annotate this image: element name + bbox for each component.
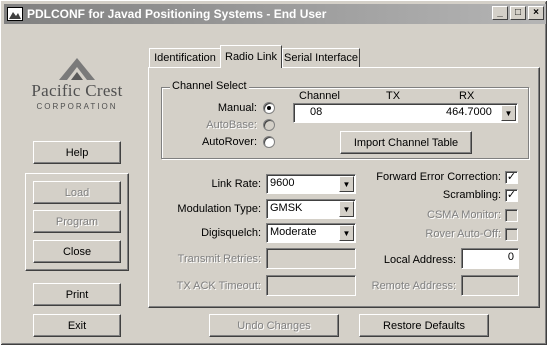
tx-column-header: TX [386,90,401,102]
tx-ack-timeout-label: TX ACK Timeout: [176,280,261,292]
tab-identification[interactable]: Identification [149,48,221,67]
link-rate-label: Link Rate: [211,178,261,190]
digisquelch-label: Digisquelch: [201,227,261,239]
logo-subtitle: CORPORATION [36,102,118,111]
main-window: PDLCONF for Javad Positioning Systems - … [0,0,548,346]
title-bar[interactable]: PDLCONF for Javad Positioning Systems - … [4,4,546,24]
link-rate-dropdown[interactable]: 9600 ▼ [266,174,356,194]
remote-address-label: Remote Address: [371,280,456,292]
logo-name: Pacific Crest [31,81,123,100]
chevron-down-icon: ▼ [342,204,351,214]
tab-radio-link[interactable]: Radio Link [220,45,282,68]
load-button[interactable]: Load [33,181,121,204]
close-button[interactable]: Close [33,240,121,263]
chevron-down-icon: ▼ [342,228,351,238]
channel-value: 08 [310,106,323,118]
minimize-icon: _ [497,7,503,18]
help-button[interactable]: Help [33,141,121,164]
digisquelch-value: Moderate [270,226,317,238]
tab-serial-interface[interactable]: Serial Interface [282,48,360,67]
undo-changes-button[interactable]: Undo Changes [209,314,339,337]
scrambling-checkbox[interactable]: ✓ [505,189,518,202]
tab-radio-link-label: Radio Link [225,51,277,63]
scrambling-label: Scrambling: [442,189,501,201]
channel-dropdown-button[interactable]: ▼ [501,105,516,121]
tab-serial-interface-label: Serial Interface [284,52,358,64]
company-logo: Pacific Crest CORPORATION [23,56,131,118]
program-button[interactable]: Program [33,210,121,233]
local-address-value: 0 [507,251,514,263]
window-title: PDLCONF for Javad Positioning Systems - … [27,7,327,21]
csma-monitor-checkbox[interactable] [505,209,518,222]
rx-value: 464.7000 [446,106,492,118]
autorover-label: AutoRover: [201,136,257,148]
channel-column-header: Channel [299,90,340,102]
autobase-radio[interactable] [263,119,275,131]
manual-label: Manual: [217,102,257,114]
print-button[interactable]: Print [33,283,121,306]
close-icon: × [533,7,539,18]
fec-label: Forward Error Correction: [376,171,501,183]
rover-auto-off-checkbox[interactable] [505,228,518,241]
fec-checkbox[interactable]: ✓ [505,171,518,184]
check-icon: ✓ [506,171,517,183]
tab-identification-label: Identification [154,52,216,64]
remote-address-field[interactable] [461,275,519,296]
rover-auto-off-label: Rover Auto-Off: [425,228,501,240]
maximize-icon: □ [514,7,522,18]
transmit-retries-field[interactable] [266,248,356,269]
channel-dropdown[interactable]: 08 464.7000 ▼ [293,103,518,123]
local-address-field[interactable]: 0 [461,248,519,269]
digisquelch-dropdown-button[interactable]: ▼ [339,225,354,241]
autobase-label: AutoBase: [206,119,257,131]
import-channel-table-button[interactable]: Import Channel Table [340,131,472,154]
chevron-down-icon: ▼ [342,179,351,189]
close-window-button[interactable]: × [528,6,544,20]
app-icon [7,7,23,21]
link-rate-dropdown-button[interactable]: ▼ [339,176,354,192]
modulation-type-label: Modulation Type: [177,203,261,215]
local-address-label: Local Address: [383,254,456,266]
tx-ack-timeout-field[interactable] [266,275,356,296]
exit-button[interactable]: Exit [33,314,121,337]
manual-radio[interactable] [263,102,275,114]
mountain-logo-icon [59,58,95,80]
minimize-button[interactable]: _ [492,6,508,20]
modulation-type-dropdown[interactable]: GMSK ▼ [266,199,356,219]
check-icon: ✓ [506,189,517,201]
maximize-button[interactable]: □ [510,6,526,20]
digisquelch-dropdown[interactable]: Moderate ▼ [266,223,356,243]
modulation-type-value: GMSK [270,202,303,214]
modulation-dropdown-button[interactable]: ▼ [339,201,354,217]
link-rate-value: 9600 [270,177,295,189]
rx-column-header: RX [459,90,475,102]
transmit-retries-label: Transmit Retries: [177,253,261,265]
csma-monitor-label: CSMA Monitor: [427,209,501,221]
chevron-down-icon: ▼ [504,108,513,118]
autorover-radio[interactable] [263,136,275,148]
channel-select-title: Channel Select [170,80,249,92]
restore-defaults-button[interactable]: Restore Defaults [359,314,489,337]
